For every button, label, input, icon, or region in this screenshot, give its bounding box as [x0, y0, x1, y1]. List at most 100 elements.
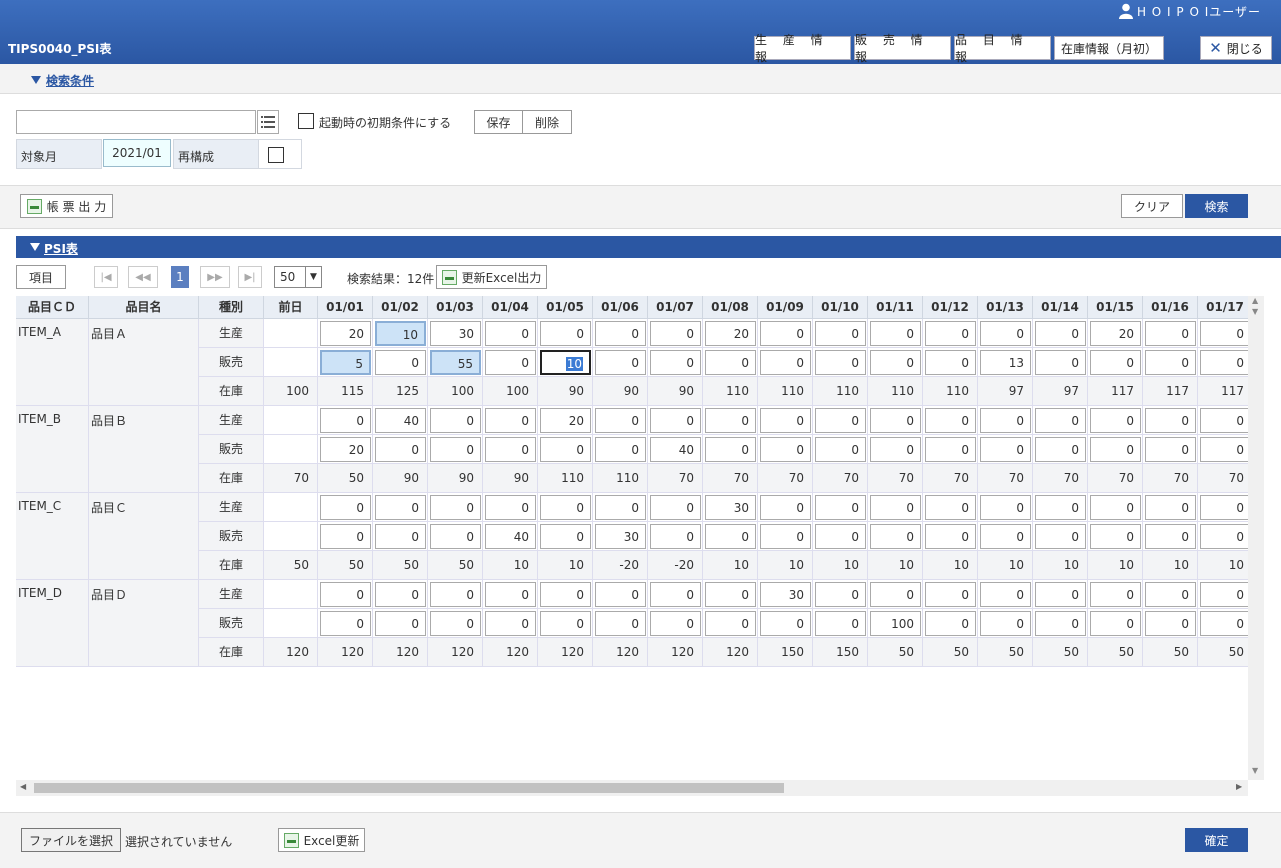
production-quantity-input[interactable]: 0: [925, 408, 976, 433]
condition-name-input[interactable]: [16, 110, 256, 134]
sales-quantity-input[interactable]: 0: [595, 350, 646, 375]
last-page-button[interactable]: ▶|: [238, 266, 262, 288]
production-quantity-input[interactable]: 30: [760, 582, 811, 607]
production-quantity-input[interactable]: 0: [980, 582, 1031, 607]
production-quantity-input[interactable]: 0: [485, 582, 536, 607]
production-quantity-input[interactable]: 0: [430, 495, 481, 520]
sales-quantity-input[interactable]: 0: [760, 437, 811, 462]
production-quantity-input[interactable]: 0: [1035, 408, 1086, 433]
production-quantity-input[interactable]: 0: [320, 582, 371, 607]
sales-quantity-input[interactable]: 100: [870, 611, 921, 636]
scroll-bottom-icon[interactable]: ▼: [1252, 766, 1258, 775]
item-info-button[interactable]: 品 目 情 報: [954, 33, 1051, 64]
production-info-button[interactable]: 生 産 情 報: [754, 33, 851, 64]
sales-quantity-input[interactable]: 0: [925, 611, 976, 636]
sales-quantity-input[interactable]: 0: [1090, 437, 1141, 462]
psi-section-toggle[interactable]: PSI表: [44, 240, 78, 257]
production-quantity-input[interactable]: 0: [1090, 408, 1141, 433]
report-output-button[interactable]: 帳 票 出 力: [20, 194, 113, 218]
production-quantity-input[interactable]: 20: [1090, 321, 1141, 346]
sales-quantity-input[interactable]: 0: [1035, 437, 1086, 462]
current-page-button[interactable]: 1: [171, 266, 189, 288]
sales-quantity-input[interactable]: 55: [430, 350, 481, 375]
production-quantity-input[interactable]: 0: [925, 495, 976, 520]
production-quantity-input[interactable]: 0: [980, 495, 1031, 520]
sales-quantity-input[interactable]: 0: [1090, 611, 1141, 636]
confirm-button[interactable]: 確定: [1185, 828, 1248, 852]
sales-quantity-input[interactable]: 0: [925, 350, 976, 375]
production-quantity-input[interactable]: 0: [760, 408, 811, 433]
horizontal-scroll-thumb[interactable]: [34, 783, 784, 793]
production-quantity-input[interactable]: 0: [815, 408, 866, 433]
sales-quantity-input[interactable]: 0: [760, 524, 811, 549]
production-quantity-input[interactable]: 0: [870, 408, 921, 433]
production-quantity-input[interactable]: 0: [925, 582, 976, 607]
sales-quantity-input[interactable]: 0: [650, 611, 701, 636]
sales-quantity-input[interactable]: 0: [1145, 524, 1196, 549]
sales-quantity-input[interactable]: 0: [1035, 524, 1086, 549]
horizontal-scrollbar[interactable]: ◀ ▶: [16, 780, 1248, 796]
production-quantity-input[interactable]: 0: [595, 408, 646, 433]
production-quantity-input[interactable]: 20: [540, 408, 591, 433]
rebuild-checkbox[interactable]: [268, 147, 284, 163]
production-quantity-input[interactable]: 0: [1090, 582, 1141, 607]
sales-quantity-input[interactable]: 10: [540, 350, 591, 375]
sales-quantity-input[interactable]: 0: [1145, 350, 1196, 375]
vertical-scrollbar[interactable]: ▲ ▼ ▼: [1248, 296, 1264, 780]
sales-quantity-input[interactable]: 0: [375, 524, 426, 549]
production-quantity-input[interactable]: 0: [815, 321, 866, 346]
collapse-triangle-icon[interactable]: [31, 76, 41, 84]
production-quantity-input[interactable]: 0: [320, 495, 371, 520]
sales-quantity-input[interactable]: 0: [980, 524, 1031, 549]
sales-info-button[interactable]: 販 売 情 報: [854, 33, 951, 64]
sales-quantity-input[interactable]: 0: [815, 350, 866, 375]
prev-page-button[interactable]: ◀◀: [128, 266, 158, 288]
sales-quantity-input[interactable]: 0: [595, 611, 646, 636]
production-quantity-input[interactable]: 0: [1090, 495, 1141, 520]
production-quantity-input[interactable]: 0: [485, 321, 536, 346]
collapse-triangle-icon[interactable]: [30, 243, 40, 251]
production-quantity-input[interactable]: 0: [1035, 582, 1086, 607]
production-quantity-input[interactable]: 0: [1200, 321, 1248, 346]
production-quantity-input[interactable]: 0: [1145, 321, 1196, 346]
first-page-button[interactable]: |◀: [94, 266, 118, 288]
sales-quantity-input[interactable]: 0: [1090, 524, 1141, 549]
production-quantity-input[interactable]: 0: [980, 321, 1031, 346]
sales-quantity-input[interactable]: 0: [705, 437, 756, 462]
sales-quantity-input[interactable]: 0: [1035, 611, 1086, 636]
sales-quantity-input[interactable]: 0: [815, 437, 866, 462]
sales-quantity-input[interactable]: 0: [320, 524, 371, 549]
inventory-info-button[interactable]: 在庫情報（月初）: [1054, 36, 1164, 60]
default-condition-checkbox[interactable]: [298, 113, 314, 129]
sales-quantity-input[interactable]: 0: [540, 437, 591, 462]
production-quantity-input[interactable]: 0: [1035, 495, 1086, 520]
production-quantity-input[interactable]: 0: [870, 495, 921, 520]
excel-update-button[interactable]: Excel更新: [278, 828, 365, 852]
production-quantity-input[interactable]: 0: [595, 495, 646, 520]
production-quantity-input[interactable]: 0: [1200, 495, 1248, 520]
production-quantity-input[interactable]: 0: [650, 321, 701, 346]
sales-quantity-input[interactable]: 0: [1200, 350, 1248, 375]
production-quantity-input[interactable]: 0: [925, 321, 976, 346]
sales-quantity-input[interactable]: 0: [1035, 350, 1086, 375]
sales-quantity-input[interactable]: 30: [595, 524, 646, 549]
sales-quantity-input[interactable]: 0: [1145, 611, 1196, 636]
target-month-input[interactable]: 2021/01: [103, 139, 171, 167]
sales-quantity-input[interactable]: 0: [870, 524, 921, 549]
next-page-button[interactable]: ▶▶: [200, 266, 230, 288]
scroll-down-icon[interactable]: ▼: [1252, 307, 1258, 316]
sales-quantity-input[interactable]: 0: [1090, 350, 1141, 375]
sales-quantity-input[interactable]: 13: [980, 350, 1031, 375]
sales-quantity-input[interactable]: 0: [320, 611, 371, 636]
sales-quantity-input[interactable]: 0: [1145, 437, 1196, 462]
sales-quantity-input[interactable]: 0: [1200, 524, 1248, 549]
production-quantity-input[interactable]: 0: [980, 408, 1031, 433]
sales-quantity-input[interactable]: 0: [540, 611, 591, 636]
production-quantity-input[interactable]: 0: [320, 408, 371, 433]
sales-quantity-input[interactable]: 0: [760, 611, 811, 636]
condition-list-button[interactable]: [257, 110, 279, 134]
production-quantity-input[interactable]: 0: [760, 321, 811, 346]
production-quantity-input[interactable]: 0: [650, 582, 701, 607]
production-quantity-input[interactable]: 0: [595, 321, 646, 346]
production-quantity-input[interactable]: 0: [1200, 582, 1248, 607]
